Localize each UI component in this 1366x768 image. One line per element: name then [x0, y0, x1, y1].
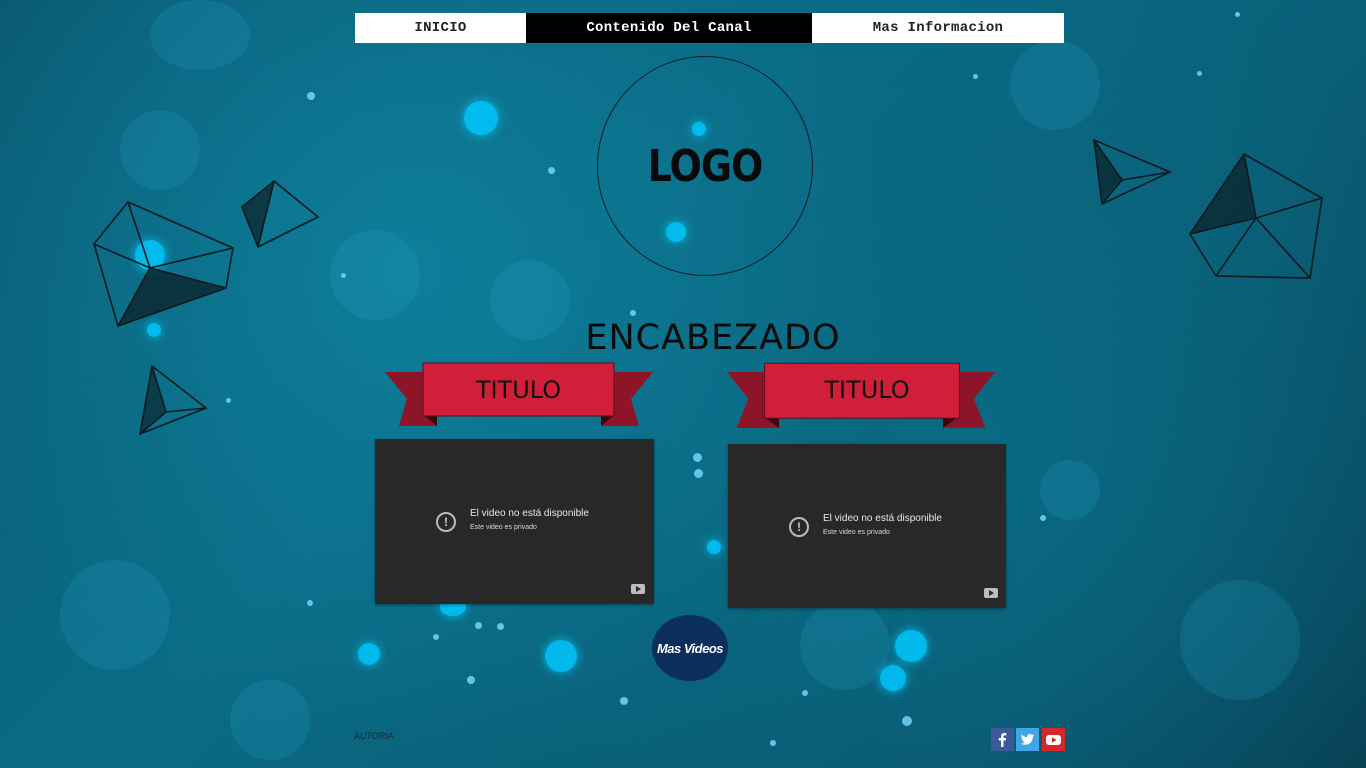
bokeh-dot — [341, 273, 346, 278]
bokeh-dot — [150, 0, 250, 70]
nav-item-inicio[interactable]: INICIO — [355, 13, 526, 43]
video-unavailable-message: El video no está disponible — [823, 513, 942, 524]
wireframe-gem-decoration — [1189, 152, 1323, 279]
bokeh-dot — [497, 623, 504, 630]
video-unavailable-message: El video no está disponible — [470, 508, 589, 519]
logo-circle: LOGO — [597, 56, 813, 276]
bokeh-dot — [330, 230, 420, 320]
nav-item-contenido-del-canal[interactable]: Contenido Del Canal — [526, 13, 812, 43]
autoria-text: AUTORIA — [354, 731, 394, 741]
bokeh-dot — [120, 110, 200, 190]
bokeh-dot — [693, 453, 702, 462]
video-private-message: Este video es privado — [470, 524, 537, 531]
wireframe-pyramid-decoration — [138, 364, 208, 436]
bokeh-dot — [694, 469, 703, 478]
bokeh-dot — [895, 630, 927, 662]
bokeh-dot — [973, 74, 978, 79]
bokeh-dot — [620, 697, 628, 705]
bokeh-dot — [770, 740, 776, 746]
bokeh-dot — [433, 634, 439, 640]
bokeh-dot — [1235, 12, 1240, 17]
bokeh-dot — [358, 643, 380, 665]
bokeh-dot — [467, 676, 475, 684]
wireframe-pyramid-decoration — [1093, 138, 1172, 206]
youtube-logo-icon[interactable] — [984, 588, 998, 598]
bokeh-dot — [880, 665, 906, 691]
page-heading: ENCABEZADO — [585, 318, 841, 358]
bokeh-dot — [60, 560, 170, 670]
bokeh-dot — [226, 398, 231, 403]
bokeh-dot — [548, 167, 555, 174]
top-navigation: INICIO Contenido Del Canal Mas Informaci… — [355, 13, 1064, 43]
video-player-2[interactable]: ! El video no está disponible Este video… — [728, 444, 1006, 608]
bokeh-dot — [1197, 71, 1202, 76]
bokeh-dot — [1180, 580, 1300, 700]
bokeh-dot — [1040, 515, 1046, 521]
bokeh-dot — [630, 310, 636, 316]
nav-item-mas-informacion[interactable]: Mas Informacion — [812, 13, 1064, 43]
bokeh-dot — [464, 101, 498, 135]
card-2-title: TITULO — [824, 376, 910, 404]
bokeh-dot — [1040, 460, 1100, 520]
bokeh-dot — [800, 600, 890, 690]
card-1-title: TITULO — [475, 376, 562, 404]
bokeh-dot — [475, 622, 482, 629]
video-private-message: Este video es privado — [823, 529, 890, 536]
more-videos-button[interactable]: Mas Videos — [652, 615, 728, 681]
bokeh-dot — [545, 640, 577, 672]
wireframe-pyramid-decoration — [241, 179, 320, 249]
facebook-icon[interactable] — [991, 728, 1014, 751]
bokeh-dot — [490, 260, 570, 340]
bokeh-dot — [1010, 40, 1100, 130]
bokeh-dot — [307, 92, 315, 100]
logo-text: LOGO — [647, 140, 764, 192]
warning-icon: ! — [436, 512, 456, 532]
youtube-logo-icon[interactable] — [631, 584, 645, 594]
youtube-icon[interactable] — [1042, 728, 1065, 751]
bokeh-dot — [707, 540, 721, 554]
twitter-icon[interactable] — [1016, 728, 1039, 751]
video-player-1[interactable]: ! El video no está disponible Este video… — [375, 439, 654, 604]
wireframe-gem-decoration — [93, 201, 234, 328]
bokeh-dot — [802, 690, 808, 696]
bokeh-dot — [307, 600, 313, 606]
warning-icon: ! — [789, 517, 809, 537]
bokeh-dot — [230, 680, 310, 760]
bokeh-dot — [902, 716, 912, 726]
